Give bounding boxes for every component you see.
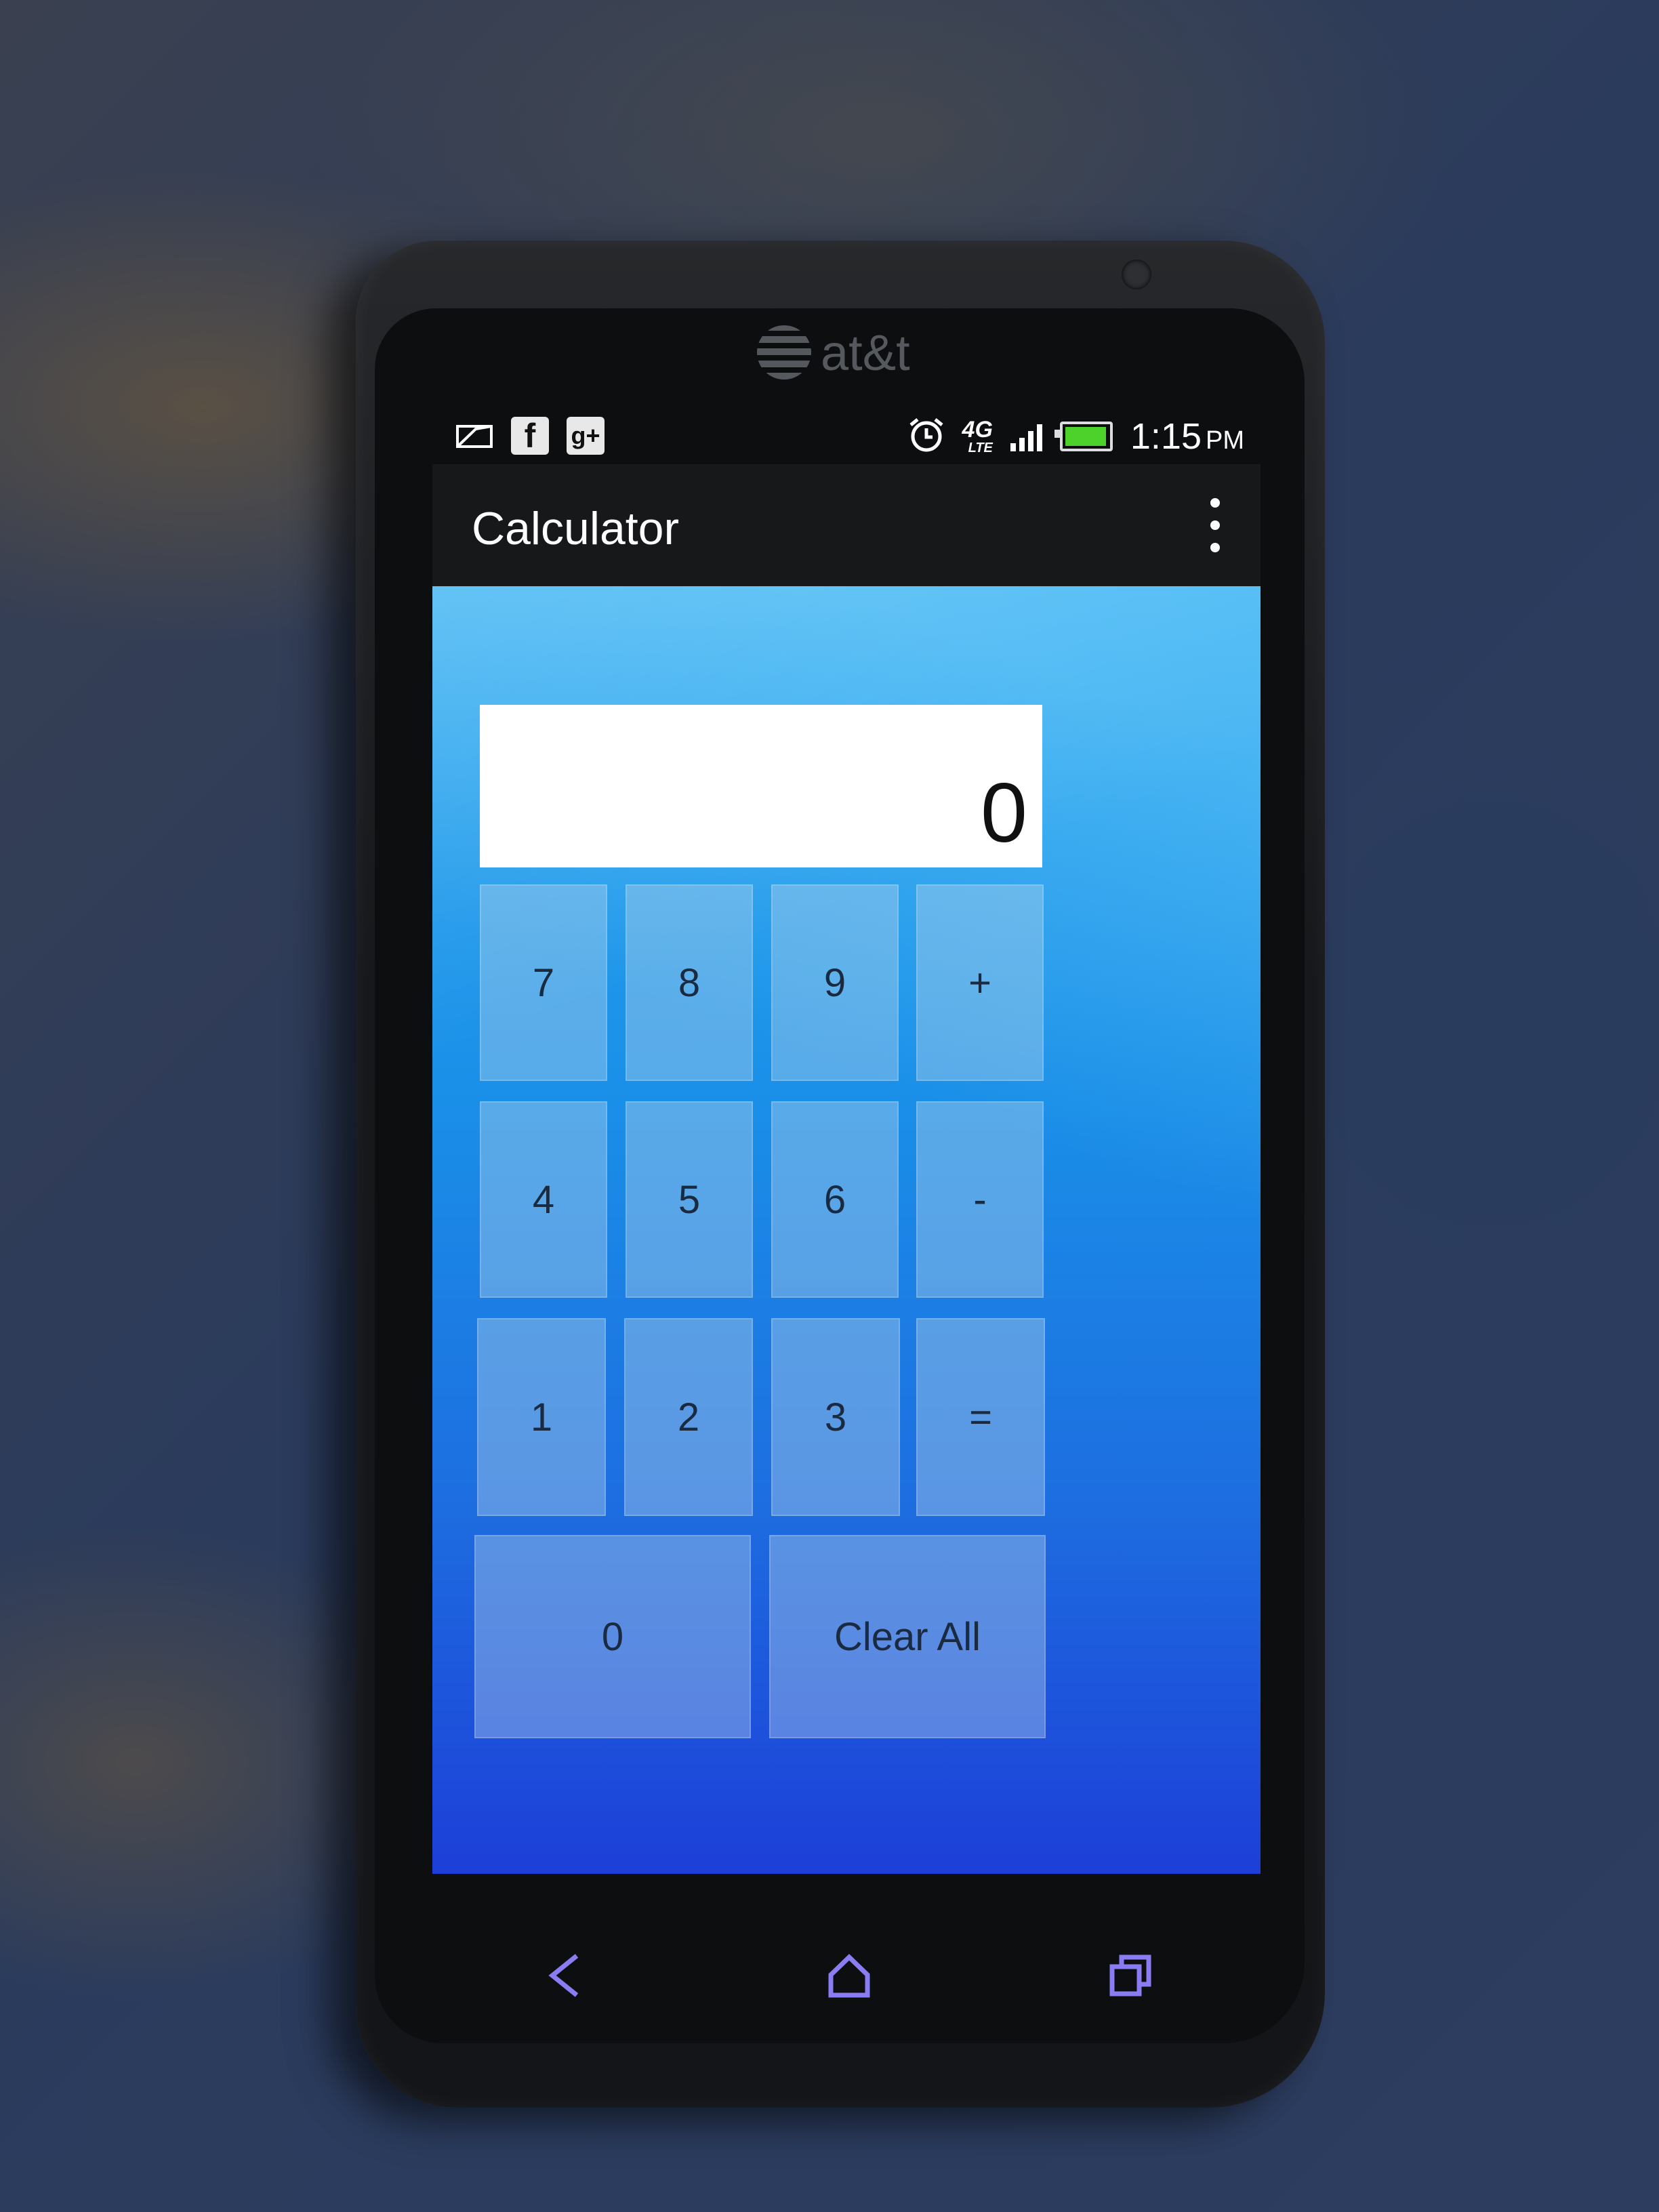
google-plus-icon: g+ — [567, 417, 605, 455]
4g-lte-icon: 4G LTE — [962, 417, 993, 455]
key-3[interactable]: 3 — [771, 1318, 900, 1516]
notification-icons: f g+ — [455, 417, 605, 455]
key-1[interactable]: 1 — [477, 1318, 606, 1516]
facebook-icon: f — [511, 417, 549, 455]
att-globe-icon — [757, 325, 811, 380]
key-plus[interactable]: + — [916, 884, 1044, 1081]
clock-time: 1:15 — [1130, 416, 1202, 457]
key-2[interactable]: 2 — [624, 1318, 753, 1516]
signal-icon — [1010, 422, 1042, 451]
key-0[interactable]: 0 — [474, 1535, 751, 1738]
recent-apps-icon[interactable] — [1100, 1945, 1161, 2006]
message-icon — [455, 417, 493, 455]
home-icon[interactable] — [819, 1945, 880, 2006]
overflow-menu-icon[interactable] — [1205, 498, 1225, 552]
key-9[interactable]: 9 — [771, 884, 899, 1081]
calculator-display: 0 — [480, 705, 1042, 867]
key-4[interactable]: 4 — [480, 1101, 607, 1298]
carrier-logo: at&t — [757, 324, 974, 381]
status-clock: 1:15 PM — [1130, 415, 1244, 457]
calculator-content: 0 7 8 9 + 4 5 6 - 1 2 3 = 0 Clear All — [432, 586, 1261, 1874]
phone-screen: f g+ 4G LTE 1:15 PM Calculator 0 7 8 9 +… — [432, 410, 1261, 1874]
key-8[interactable]: 8 — [626, 884, 753, 1081]
clear-all-button[interactable]: Clear All — [769, 1535, 1046, 1738]
clock-ampm: PM — [1206, 426, 1244, 455]
app-title: Calculator — [472, 503, 680, 554]
key-6[interactable]: 6 — [771, 1101, 899, 1298]
action-bar: Calculator — [432, 464, 1261, 586]
status-bar: f g+ 4G LTE 1:15 PM — [432, 410, 1261, 464]
back-icon[interactable] — [534, 1945, 595, 2006]
key-minus[interactable]: - — [916, 1101, 1044, 1298]
key-7[interactable]: 7 — [480, 884, 607, 1081]
alarm-icon — [908, 417, 945, 457]
display-value: 0 — [981, 766, 1027, 860]
front-camera — [1122, 260, 1151, 289]
key-equals[interactable]: = — [916, 1318, 1045, 1516]
battery-icon — [1054, 422, 1113, 451]
key-5[interactable]: 5 — [626, 1101, 753, 1298]
carrier-name: at&t — [821, 324, 910, 381]
status-icons: 4G LTE 1:15 PM — [908, 414, 1244, 459]
nav-bar — [432, 1877, 1261, 2067]
